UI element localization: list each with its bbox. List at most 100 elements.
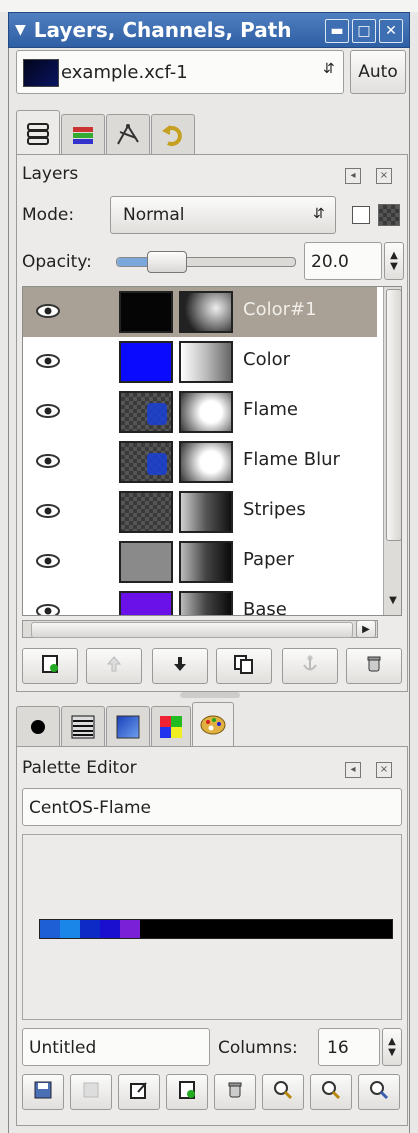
palette-swatch[interactable]: [140, 920, 392, 938]
delete-layer-button[interactable]: [346, 648, 402, 684]
zoom-out-button[interactable]: [262, 1074, 304, 1110]
save-icon: [33, 1080, 53, 1104]
scroll-down-icon[interactable]: ▼: [386, 595, 400, 613]
layer-mask-thumbnail: [179, 491, 233, 533]
window-title: Layers, Channels, Path: [33, 18, 292, 42]
delete-color-button[interactable]: [214, 1074, 256, 1110]
palette-editor-icon: [200, 715, 226, 734]
scroll-right-icon[interactable]: ▶: [356, 620, 376, 638]
layer-row[interactable]: Stripes: [23, 487, 377, 537]
layers-scroll-thumb[interactable]: [386, 289, 401, 541]
eye-icon[interactable]: [35, 503, 61, 519]
layer-name: Stripes: [243, 499, 306, 520]
layer-name: Color#1: [243, 299, 317, 320]
layer-row[interactable]: Paper: [23, 537, 377, 587]
maximize-icon[interactable]: □: [352, 19, 376, 43]
tab-palette-editor[interactable]: [192, 702, 234, 746]
palette-swatch[interactable]: [60, 920, 80, 938]
layer-row[interactable]: Color: [23, 337, 377, 387]
auto-button[interactable]: Auto: [350, 50, 406, 94]
color-name-field[interactable]: Untitled: [22, 1028, 210, 1066]
tab-channels[interactable]: [61, 114, 105, 154]
columns-value: 16: [327, 1038, 349, 1058]
panel-close-icon[interactable]: ×: [376, 762, 392, 778]
palette-swatch[interactable]: [40, 920, 60, 938]
combo-arrows-icon: ⇵: [313, 206, 325, 222]
layers-horizontal-scrollbar[interactable]: [22, 620, 378, 638]
gradient-icon: [116, 715, 140, 738]
layers-list[interactable]: Color#1 Color Flame Flame Blur Stripes Paper B…: [22, 286, 402, 616]
layer-thumbnail: [119, 491, 173, 533]
palette-name-field[interactable]: CentOS-Flame: [22, 788, 402, 826]
undo-history-icon: [162, 124, 182, 146]
layer-row[interactable]: Base: [23, 587, 377, 616]
revert-button[interactable]: [70, 1074, 112, 1110]
eye-icon[interactable]: [35, 553, 61, 569]
edit-color-button[interactable]: [118, 1074, 160, 1110]
image-selector[interactable]: example.xcf-1 ⇵: [16, 50, 344, 94]
opacity-slider-handle[interactable]: [146, 251, 187, 273]
new-color-button[interactable]: [166, 1074, 208, 1110]
duplicate-layer-button[interactable]: [216, 648, 272, 684]
zoom-in-button[interactable]: [310, 1074, 352, 1110]
palette-swatch[interactable]: [80, 920, 100, 938]
opacity-spin-buttons[interactable]: ▲ ▼: [384, 242, 404, 280]
palette-view[interactable]: [22, 834, 402, 1020]
anchor-layer-button[interactable]: [282, 648, 338, 684]
layer-thumbnail: [119, 291, 173, 333]
zoom-all-button[interactable]: [358, 1074, 400, 1110]
horizontal-scroll-thumb[interactable]: [31, 622, 353, 638]
layer-thumbnail: [119, 441, 173, 483]
layer-row[interactable]: Flame Blur: [23, 437, 377, 487]
layer-row[interactable]: Color#1: [23, 287, 377, 337]
layer-thumbnail: [119, 591, 173, 615]
tab-patterns[interactable]: [61, 706, 105, 746]
new-color-icon: [177, 1080, 197, 1104]
opacity-spinbox[interactable]: 20.0: [304, 242, 382, 280]
eye-icon[interactable]: [35, 303, 61, 319]
minimize-icon[interactable]: ▬: [325, 19, 349, 43]
layer-thumbnail: [119, 541, 173, 583]
close-icon[interactable]: ✕: [379, 19, 403, 43]
tab-layers[interactable]: [16, 110, 60, 154]
chevron-down-icon[interactable]: ▼: [15, 22, 26, 38]
layer-name: Flame Blur: [243, 449, 340, 470]
panel-menu-icon[interactable]: ◂: [345, 168, 361, 184]
layers-vertical-scrollbar[interactable]: ▼: [383, 287, 401, 615]
eye-icon[interactable]: [35, 453, 61, 469]
lower-layer-button[interactable]: [152, 648, 208, 684]
layers-icon: [27, 122, 49, 145]
save-button[interactable]: [22, 1074, 64, 1110]
new-layer-button[interactable]: [22, 648, 78, 684]
anchor-layer-icon: [300, 654, 320, 678]
columns-spinbox[interactable]: 16: [318, 1028, 380, 1066]
eye-icon[interactable]: [35, 603, 61, 616]
raise-layer-icon: [104, 654, 124, 678]
layer-name: Paper: [243, 549, 294, 570]
columns-spin-buttons[interactable]: ▲ ▼: [382, 1028, 402, 1066]
tab-paths[interactable]: [106, 114, 150, 154]
panel-menu-icon[interactable]: ◂: [345, 762, 361, 778]
palette-swatches[interactable]: [39, 919, 393, 939]
layer-name: Color: [243, 349, 290, 370]
tab-gradients[interactable]: [106, 706, 150, 746]
raise-layer-button[interactable]: [86, 648, 142, 684]
dock-separator[interactable]: [180, 692, 240, 698]
eye-icon[interactable]: [35, 353, 61, 369]
layer-row[interactable]: Flame: [23, 387, 377, 437]
revert-icon: [81, 1080, 101, 1104]
palette-swatch[interactable]: [100, 920, 120, 938]
window-title-bar[interactable]: ▼ Layers, Channels, Path ▬ □ ✕: [8, 12, 410, 48]
lock-alpha-icon: [378, 204, 400, 226]
opacity-slider[interactable]: [116, 251, 296, 273]
panel-close-icon[interactable]: ×: [376, 168, 392, 184]
opacity-value: 20.0: [311, 252, 349, 272]
tab-brushes[interactable]: [16, 706, 60, 746]
lock-alpha-checkbox[interactable]: [352, 206, 370, 224]
mode-select[interactable]: Normal ⇵: [110, 196, 336, 234]
eye-icon[interactable]: [35, 403, 61, 419]
tab-palettes[interactable]: [151, 706, 191, 746]
palette-swatch[interactable]: [120, 920, 140, 938]
tab-undo-history[interactable]: [151, 114, 195, 154]
delete-color-icon: [225, 1080, 245, 1104]
